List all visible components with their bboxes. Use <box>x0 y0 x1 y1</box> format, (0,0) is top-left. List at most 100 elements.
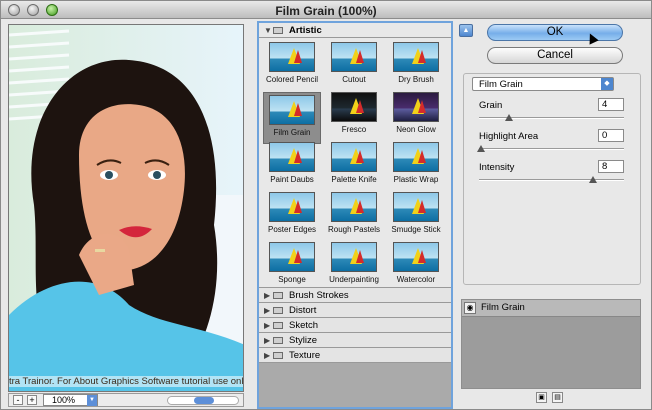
filter-thumb-label: Film Grain <box>273 128 311 137</box>
disclosure-open-icon: ▼ <box>264 26 272 35</box>
zoom-select[interactable]: 100% ▼ <box>43 394 98 406</box>
folder-icon <box>273 352 283 359</box>
folder-icon <box>273 322 283 329</box>
disclosure-closed-icon: ▶ <box>264 306 271 315</box>
param-slider[interactable] <box>479 114 624 121</box>
sailboat-thumbnail-image <box>331 42 377 72</box>
eye-visibility-icon[interactable]: ◉ <box>464 302 476 314</box>
slider-knob-icon[interactable] <box>505 114 513 121</box>
filter-thumb-label: Sponge <box>278 275 306 284</box>
filter-folders: ▶ Brush Strokes ▶ Distort ▶ Sketch ▶ Stylize ▶ Te… <box>259 288 451 363</box>
collapse-gallery-button[interactable]: ▲ <box>459 24 473 37</box>
filter-thumb-label: Smudge Stick <box>391 225 441 234</box>
filter-gallery-window: Film Grain (100%) tra Trainor. For About… <box>0 0 652 410</box>
window-title: Film Grain (100%) <box>275 4 377 18</box>
folder-label: Stylize <box>289 335 317 346</box>
filter-thumb-label: Watercolor <box>396 275 436 284</box>
param-label-intensity: Intensity <box>479 162 515 173</box>
filter-thumb-palette-knife[interactable]: Palette Knife <box>325 142 383 192</box>
folder-label: Distort <box>289 305 317 316</box>
layer-row[interactable]: ◉ Film Grain <box>462 300 640 317</box>
filter-thumb-cutout[interactable]: Cutout <box>325 42 383 92</box>
param-label-grain: Grain <box>479 100 503 111</box>
folder-icon <box>273 292 283 299</box>
filter-thumb-label: Fresco <box>341 125 367 134</box>
param-slider[interactable] <box>477 145 624 152</box>
filter-thumb-sponge[interactable]: Sponge <box>263 242 321 292</box>
sailboat-thumbnail-image <box>269 95 315 125</box>
folder-icon <box>273 27 283 34</box>
horizontal-scrollbar[interactable] <box>167 396 239 405</box>
sailboat-thumbnail-image <box>331 92 377 122</box>
sailboat-thumbnail-image <box>393 42 439 72</box>
slider-knob-icon[interactable] <box>477 145 485 152</box>
disclosure-closed-icon: ▶ <box>264 351 271 360</box>
filter-thumb-film-grain[interactable]: Film Grain <box>263 92 321 144</box>
filter-thumb-rough-pastels[interactable]: Rough Pastels <box>325 192 383 242</box>
param-value-highlight-area[interactable]: 0 <box>598 129 624 142</box>
sailboat-thumbnail-image <box>269 242 315 272</box>
folder-sketch[interactable]: ▶ Sketch <box>259 318 451 333</box>
filter-thumb-colored-pencil[interactable]: Colored Pencil <box>263 42 321 92</box>
filter-thumb-label: Underpainting <box>329 275 379 284</box>
layer-label: Film Grain <box>481 302 525 313</box>
filter-thumb-label: Rough Pastels <box>327 225 381 234</box>
title-bar[interactable]: Film Grain (100%) <box>1 1 651 19</box>
disclosure-closed-icon: ▶ <box>264 336 271 345</box>
new-effect-layer-icon[interactable]: ▣ <box>536 392 547 403</box>
filter-thumb-label: Dry Brush <box>398 75 434 84</box>
filter-thumb-dry-brush[interactable]: Dry Brush <box>387 42 445 92</box>
filter-select-value: Film Grain <box>479 79 523 90</box>
filter-thumb-plastic-wrap[interactable]: Plastic Wrap <box>387 142 445 192</box>
folder-stylize[interactable]: ▶ Stylize <box>259 333 451 348</box>
filter-thumb-fresco[interactable]: Fresco <box>325 92 383 142</box>
delete-effect-layer-icon[interactable]: ▤ <box>552 392 563 403</box>
preview-image[interactable]: tra Trainor. For About Graphics Software… <box>8 24 244 392</box>
filter-thumb-underpainting[interactable]: Underpainting <box>325 242 383 292</box>
folder-distort[interactable]: ▶ Distort <box>259 303 451 318</box>
zoom-value: 100% <box>52 395 76 405</box>
folder-texture[interactable]: ▶ Texture <box>259 348 451 363</box>
folder-label: Brush Strokes <box>289 290 349 301</box>
filter-select[interactable]: Film Grain ◆ <box>472 77 614 91</box>
zoom-out-button[interactable]: - <box>13 395 23 405</box>
chevron-updown-icon: ◆ <box>601 78 613 90</box>
filter-thumb-label: Palette Knife <box>331 175 377 184</box>
param-value-grain[interactable]: 4 <box>598 98 624 111</box>
sailboat-thumbnail-image <box>269 192 315 222</box>
folder-icon <box>273 307 283 314</box>
folder-icon <box>273 337 283 344</box>
folder-artistic[interactable]: ▼ Artistic <box>259 23 451 38</box>
sailboat-thumbnail-image <box>269 42 315 72</box>
cancel-button[interactable]: Cancel <box>487 47 623 64</box>
filter-thumb-label: Poster Edges <box>267 225 317 234</box>
folder-brush-strokes[interactable]: ▶ Brush Strokes <box>259 288 451 303</box>
sailboat-thumbnail-image <box>331 242 377 272</box>
preview-watermark: tra Trainor. For About Graphics Software… <box>9 376 244 387</box>
filter-thumb-label: Cutout <box>342 75 366 84</box>
filter-thumb-smudge-stick[interactable]: Smudge Stick <box>387 192 445 242</box>
filter-thumb-poster-edges[interactable]: Poster Edges <box>263 192 321 242</box>
sailboat-thumbnail-image <box>331 192 377 222</box>
filter-thumbnails: Colored Pencil Cutout Dry Brush Film Grain F… <box>259 38 451 288</box>
ok-button[interactable]: OK <box>487 24 623 41</box>
folder-label: Sketch <box>289 320 319 331</box>
zoom-in-button[interactable]: + <box>27 395 37 405</box>
folder-label: Artistic <box>289 25 322 36</box>
disclosure-closed-icon: ▶ <box>264 321 271 330</box>
filter-thumb-watercolor[interactable]: Watercolor <box>387 242 445 292</box>
sailboat-thumbnail-image <box>331 142 377 172</box>
filter-thumb-paint-daubs[interactable]: Paint Daubs <box>263 142 321 192</box>
filter-thumb-label: Paint Daubs <box>270 175 314 184</box>
filter-thumb-neon-glow[interactable]: Neon Glow <box>387 92 445 142</box>
chevron-down-icon: ▼ <box>87 395 97 406</box>
sailboat-thumbnail-image <box>269 142 315 172</box>
disclosure-closed-icon: ▶ <box>264 291 271 300</box>
scrollbar-thumb[interactable] <box>194 397 214 404</box>
param-slider[interactable] <box>479 176 624 183</box>
effect-layers-panel: ◉ Film Grain <box>461 299 641 389</box>
param-value-intensity[interactable]: 8 <box>598 160 624 173</box>
filter-thumb-label: Colored Pencil <box>265 75 319 84</box>
slider-knob-icon[interactable] <box>589 176 597 183</box>
sailboat-thumbnail-image <box>393 92 439 122</box>
